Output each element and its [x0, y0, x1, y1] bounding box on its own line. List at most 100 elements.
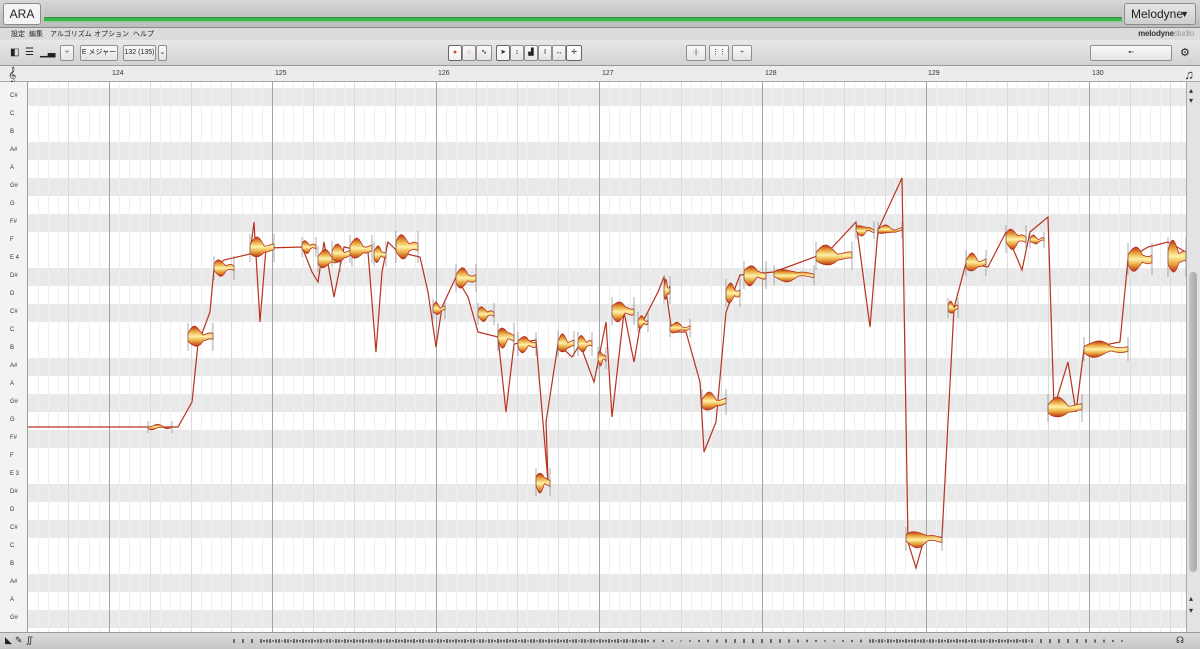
- music-note-icon[interactable]: ♫: [1184, 67, 1194, 82]
- overview-segment: [797, 639, 799, 643]
- note-blob[interactable]: [773, 269, 815, 283]
- pitch-tool-button[interactable]: ↕: [510, 45, 524, 61]
- menu-help[interactable]: ヘルプ: [133, 29, 154, 39]
- scroll-down-icon[interactable]: ▾: [1189, 606, 1193, 615]
- melodyne-brand-logo: melodynestudio: [1138, 29, 1194, 38]
- scroll-up-icon[interactable]: ▴: [1189, 594, 1193, 603]
- pitch-label: D#: [10, 273, 18, 279]
- formant-tool-button[interactable]: ▟: [524, 45, 538, 61]
- note-blob[interactable]: [249, 236, 275, 258]
- overview-segment: [557, 639, 559, 643]
- ara-tab[interactable]: ARA: [3, 3, 41, 25]
- note-blob[interactable]: [669, 321, 691, 334]
- note-blob[interactable]: [1127, 246, 1153, 272]
- note-blob[interactable]: [905, 531, 943, 549]
- note-blob[interactable]: [301, 240, 317, 254]
- correct-pitch-button[interactable]: ·|·: [686, 45, 706, 61]
- tempo-field[interactable]: 132 (135): [123, 45, 156, 61]
- pitch-ruler[interactable]: C# C B A# A G# G F# F E 4 D# D C# C B A# A G# G F# F E 3 D# D C#…: [0, 82, 28, 632]
- overview-segment: [1112, 639, 1114, 643]
- note-blob[interactable]: [743, 265, 767, 287]
- note-blob[interactable]: [725, 282, 741, 304]
- zoom-slider[interactable]: ▪▫: [1090, 45, 1172, 61]
- menu-options[interactable]: オプション: [94, 29, 129, 39]
- gear-icon[interactable]: ⚙: [1180, 46, 1190, 60]
- note-blob[interactable]: [947, 300, 959, 314]
- note-blob[interactable]: [965, 252, 987, 272]
- overview-segment: [983, 639, 985, 643]
- note-blob[interactable]: [1047, 396, 1083, 418]
- note-blob[interactable]: [815, 244, 853, 266]
- headphones-icon[interactable]: ☊: [1176, 635, 1184, 646]
- note-blob[interactable]: [187, 325, 214, 347]
- note-blob[interactable]: [1083, 340, 1129, 358]
- note-blob[interactable]: [331, 243, 353, 263]
- note-blob[interactable]: [455, 267, 477, 289]
- product-dropdown[interactable]: Melodyne ▼: [1124, 3, 1196, 25]
- note-blob[interactable]: [1005, 228, 1027, 251]
- level-meter-icon[interactable]: ▁▃: [40, 46, 55, 60]
- corner-icon[interactable]: ◣: [5, 635, 12, 646]
- tempo-dropdown[interactable]: ⌄: [158, 45, 167, 61]
- overview-segment: [641, 639, 643, 643]
- note-blob[interactable]: [497, 327, 515, 349]
- quantize-time-button[interactable]: ⋮⋮: [709, 45, 729, 61]
- note-editor-grid[interactable]: [28, 82, 1186, 632]
- note-blob[interactable]: [577, 334, 593, 353]
- overview-segment: [908, 639, 910, 643]
- note-blob[interactable]: [877, 224, 903, 234]
- waveform-overview[interactable]: [230, 637, 1130, 645]
- note-blob[interactable]: [637, 315, 649, 329]
- separation-tool-button[interactable]: ✛: [566, 45, 582, 61]
- note-blob[interactable]: [517, 336, 537, 354]
- note-blob[interactable]: [663, 278, 671, 300]
- scroll-thumb[interactable]: [1189, 272, 1197, 572]
- overview-segment: [278, 639, 280, 643]
- overview-segment: [473, 639, 475, 643]
- overview-segment: [323, 640, 325, 642]
- note-blob[interactable]: [701, 391, 727, 411]
- overview-segment: [947, 639, 949, 643]
- note-blob[interactable]: [1167, 239, 1186, 273]
- timeline-ruler[interactable]: 𝄞 124 125 126 127 128 129 130 ♫: [0, 66, 1200, 82]
- overview-segment: [398, 639, 400, 643]
- overview-segment: [551, 639, 553, 643]
- amplitude-tool-button[interactable]: Ⅰ: [538, 45, 552, 61]
- vertical-scrollbar[interactable]: ▴ ▾ ▴ ▾: [1186, 82, 1200, 632]
- overview-segment: [815, 640, 817, 642]
- menu-algorithm[interactable]: アルゴリズム: [50, 29, 92, 39]
- note-blob[interactable]: [477, 306, 495, 322]
- overview-segment: [353, 639, 355, 643]
- overview-segment: [887, 639, 889, 643]
- chevron-down-icon: ▼: [1180, 9, 1189, 19]
- menu-settings[interactable]: 設定: [11, 29, 25, 39]
- sidebar-toggle-icon[interactable]: ◧: [10, 46, 19, 60]
- pitch-circle-button[interactable]: ○: [462, 45, 476, 61]
- overview-segment: [905, 639, 907, 643]
- overview-segment: [260, 639, 262, 643]
- note-blob[interactable]: [213, 259, 235, 277]
- macro-button[interactable]: ÷: [732, 45, 752, 61]
- note-blob[interactable]: [597, 350, 607, 367]
- menu-edit[interactable]: 編集: [29, 29, 43, 39]
- timing-tool-button[interactable]: ↔: [552, 45, 566, 61]
- mixer-icon[interactable]: ☰: [25, 46, 34, 60]
- overview-segment: [788, 639, 790, 643]
- note-blob[interactable]: [557, 333, 575, 353]
- main-tool-button[interactable]: ➤: [496, 45, 510, 61]
- waveform-icon[interactable]: ∬: [26, 635, 33, 646]
- zoom-in-icon[interactable]: ▴: [1189, 86, 1193, 95]
- overview-segment: [371, 639, 373, 643]
- scale-selector[interactable]: E メジャー: [80, 45, 118, 61]
- overview-segment: [269, 639, 271, 643]
- note-blobs-layer[interactable]: [28, 82, 1186, 632]
- wrench-icon[interactable]: ✎: [15, 635, 23, 646]
- note-blob[interactable]: [1029, 234, 1045, 245]
- note-blob[interactable]: [855, 225, 875, 237]
- treble-clef-icon[interactable]: 𝄞: [8, 66, 16, 83]
- zoom-out-icon[interactable]: ▾: [1189, 96, 1193, 105]
- overview-segment: [476, 640, 478, 642]
- tuning-fork-button[interactable]: ⑂: [60, 45, 74, 61]
- pitch-curve-button[interactable]: ∿: [476, 45, 492, 61]
- pitch-blob-view-button[interactable]: ●: [448, 45, 462, 61]
